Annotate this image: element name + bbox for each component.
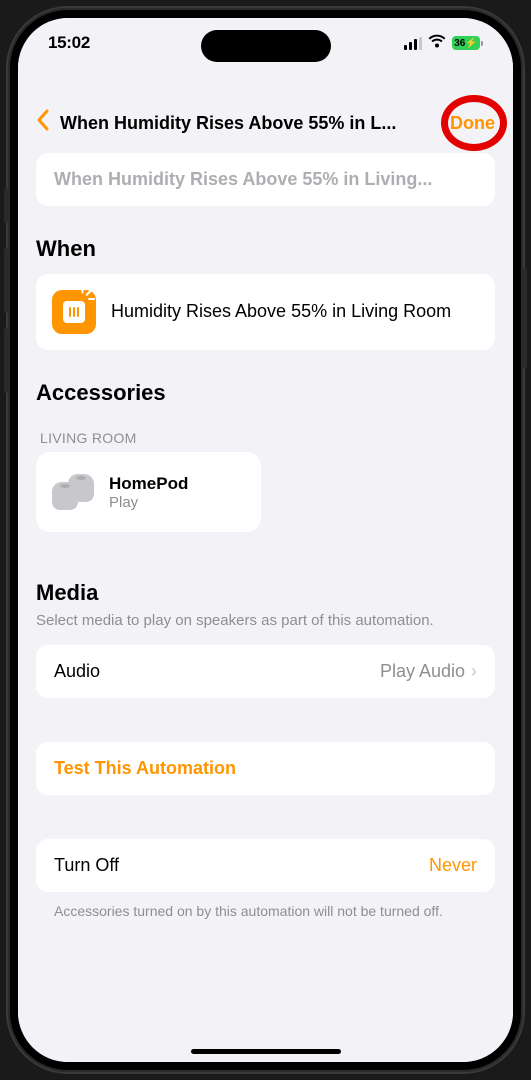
wifi-icon [428,33,446,53]
when-section-title: When [36,236,495,262]
volume-up-button [4,248,8,313]
audio-row[interactable]: Audio Play Audio › [36,645,495,698]
accessory-action: Play [109,494,188,511]
page-title: When Humidity Rises Above 55% in L... [60,113,440,134]
screen: 15:02 36⚡ When H [18,18,513,1062]
done-button[interactable]: Done [450,113,495,134]
when-condition-text: Humidity Rises Above 55% in Living Room [111,300,451,323]
automation-name-input[interactable]: When Humidity Rises Above 55% in Living.… [36,153,495,206]
media-subtitle: Select media to play on speakers as part… [36,610,495,631]
homepod-icon [52,474,94,510]
accessory-homepod[interactable]: HomePod Play [36,452,261,532]
accessory-name: HomePod [109,474,188,494]
back-button[interactable] [36,109,50,137]
phone-frame: 15:02 36⚡ When H [8,8,523,1072]
home-indicator[interactable] [191,1049,341,1054]
battery-icon: 36⚡ [452,36,483,50]
volume-down-button [4,328,8,393]
cellular-signal-icon [404,37,422,50]
turn-off-label: Turn Off [54,855,119,876]
dynamic-island [201,30,331,62]
turn-off-value: Never [429,855,477,876]
room-label: LIVING ROOM [36,430,495,446]
status-time: 15:02 [48,33,90,53]
audio-label: Audio [54,661,100,682]
power-button [523,268,527,368]
chevron-right-icon: › [471,661,477,682]
audio-value: Play Audio [380,661,465,682]
turn-off-footer: Accessories turned on by this automation… [36,902,495,922]
turn-off-row[interactable]: Turn Off Never [36,839,495,892]
sheet-header: When Humidity Rises Above 55% in L... Do… [18,93,513,153]
when-condition-row[interactable]: Humidity Rises Above 55% in Living Room [36,274,495,350]
status-icons: 36⚡ [404,33,483,53]
automation-sheet: When Humidity Rises Above 55% in L... Do… [18,93,513,1062]
accessories-section-title: Accessories [36,380,495,406]
media-section-title: Media [36,580,495,606]
test-automation-button[interactable]: Test This Automation [36,742,495,795]
silence-switch [4,188,8,223]
status-bar: 15:02 36⚡ [18,18,513,68]
humidity-sensor-icon [52,290,96,334]
